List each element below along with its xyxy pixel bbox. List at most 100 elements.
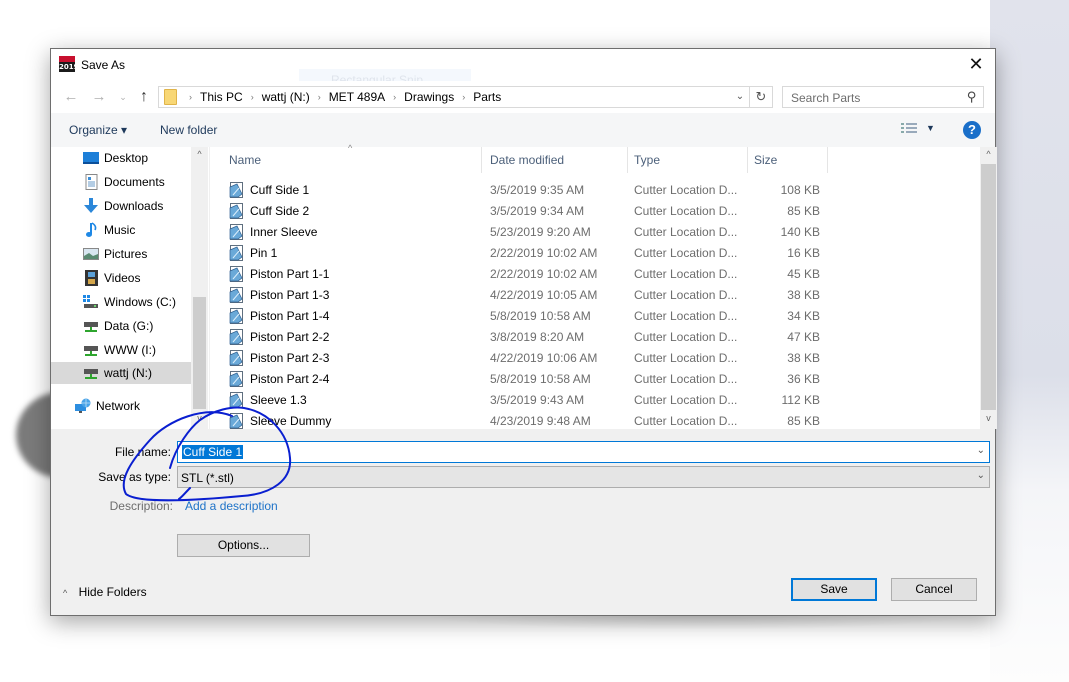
- chevron-right-icon[interactable]: ›: [318, 92, 321, 102]
- file-size: 140 KB: [780, 225, 820, 239]
- column-divider[interactable]: [627, 147, 628, 173]
- help-icon[interactable]: ?: [963, 121, 981, 139]
- breadcrumb-met-489a[interactable]: MET 489A: [329, 90, 385, 104]
- search-input[interactable]: Search Parts ⚲: [782, 86, 984, 108]
- recent-locations-button[interactable]: ⌄: [113, 86, 133, 108]
- file-row[interactable]: Piston Part 1-4 5/8/2019 10:58 AM Cutter L…: [211, 306, 981, 327]
- sidebar-item-pictures[interactable]: Pictures: [51, 243, 191, 265]
- file-row[interactable]: Piston Part 2-4 5/8/2019 10:58 AM Cutter L…: [211, 369, 981, 390]
- file-row[interactable]: Piston Part 1-1 2/22/2019 10:02 AM Cutter …: [211, 264, 981, 285]
- column-header-name[interactable]: Name: [229, 153, 261, 175]
- column-header-type[interactable]: Type: [634, 153, 660, 175]
- close-icon: ✕: [968, 54, 984, 74]
- column-divider[interactable]: [481, 147, 482, 173]
- file-row[interactable]: Piston Part 2-3 4/22/2019 10:06 AM Cutter …: [211, 348, 981, 369]
- file-type: Cutter Location D...: [634, 204, 738, 218]
- address-history-button[interactable]: ⌄: [731, 86, 749, 108]
- save-button[interactable]: Save: [791, 578, 877, 601]
- sort-ascending-icon: ^: [348, 143, 353, 153]
- pictures-icon: [83, 248, 99, 260]
- navigation-pane-scrollbar[interactable]: ^ v: [191, 147, 208, 429]
- column-divider[interactable]: [747, 147, 748, 173]
- file-row[interactable]: Cuff Side 1 3/5/2019 9:35 AM Cutter Locati…: [211, 180, 981, 201]
- close-button[interactable]: ✕: [965, 54, 987, 76]
- sidebar-item-label: Downloads: [104, 199, 164, 213]
- cutter-location-file-icon: [228, 182, 244, 198]
- arrow-left-icon: ←: [63, 88, 79, 105]
- save-as-type-select[interactable]: STL (*.stl) ⌄: [177, 466, 990, 488]
- scroll-down-icon[interactable]: v: [191, 413, 208, 423]
- file-list-scrollbar[interactable]: ^ v: [980, 147, 997, 429]
- column-divider[interactable]: [827, 147, 828, 173]
- chevron-down-icon: ⌄: [735, 91, 745, 102]
- refresh-icon: ↻: [755, 89, 767, 104]
- scroll-down-icon[interactable]: v: [980, 413, 997, 423]
- breadcrumb-parts[interactable]: Parts: [473, 90, 501, 104]
- forward-button[interactable]: →: [89, 86, 109, 108]
- save-as-type-value: STL (*.stl): [181, 471, 234, 485]
- cutter-location-file-icon: [228, 350, 244, 366]
- chevron-right-icon[interactable]: ›: [393, 92, 396, 102]
- file-name-input[interactable]: Cuff Side 1 ⌄: [177, 441, 990, 463]
- file-type: Cutter Location D...: [634, 372, 738, 386]
- file-row[interactable]: Cuff Side 2 3/5/2019 9:34 AM Cutter Locati…: [211, 201, 981, 222]
- file-date-modified: 4/23/2019 9:48 AM: [490, 414, 591, 428]
- options-button[interactable]: Options...: [177, 534, 310, 557]
- sidebar-item-label: Videos: [104, 271, 141, 285]
- add-description-link[interactable]: Add a description: [185, 499, 278, 513]
- file-name: Sleeve Dummy: [250, 414, 332, 428]
- file-row[interactable]: Sleeve Dummy 4/23/2019 9:48 AM Cutter Loca…: [211, 411, 981, 432]
- scroll-up-icon[interactable]: ^: [191, 149, 208, 159]
- sidebar-item-videos[interactable]: Videos: [51, 267, 191, 289]
- file-row[interactable]: Piston Part 1-3 4/22/2019 10:05 AM Cutter …: [211, 285, 981, 306]
- chevron-right-icon[interactable]: ›: [251, 92, 254, 102]
- details-view-icon[interactable]: [901, 123, 917, 135]
- sidebar-item-www-i[interactable]: WWW (I:): [51, 339, 191, 361]
- file-row[interactable]: Inner Sleeve 5/23/2019 9:20 AM Cutter Loca…: [211, 222, 981, 243]
- file-row[interactable]: Piston Part 2-2 3/8/2019 8:20 AM Cutter Lo…: [211, 327, 981, 348]
- chevron-down-icon[interactable]: ⌄: [977, 445, 985, 456]
- pane-divider[interactable]: [209, 147, 210, 429]
- organize-button[interactable]: Organize ▾: [69, 123, 127, 137]
- sidebar-item-network[interactable]: Network: [51, 395, 191, 417]
- chevron-right-icon[interactable]: ›: [462, 92, 465, 102]
- file-name-label: File name:: [114, 445, 171, 459]
- cutter-location-file-icon: [228, 224, 244, 240]
- sidebar-item-label: Documents: [104, 175, 165, 189]
- sidebar-item-desktop[interactable]: Desktop: [51, 147, 191, 169]
- file-name: Piston Part 1-3: [250, 288, 330, 302]
- file-date-modified: 3/5/2019 9:34 AM: [490, 204, 585, 218]
- breadcrumb-this-pc[interactable]: This PC: [200, 90, 243, 104]
- breadcrumb-wattj[interactable]: wattj (N:): [262, 90, 310, 104]
- address-bar[interactable]: › This PC › wattj (N:) › MET 489A › Draw…: [158, 86, 773, 108]
- column-header-size[interactable]: Size: [754, 153, 777, 175]
- scrollbar-thumb[interactable]: [193, 297, 206, 409]
- column-header-date-modified[interactable]: Date modified: [490, 153, 564, 175]
- cutter-location-file-icon: [228, 308, 244, 324]
- solidworks-app-icon: 2019: [59, 56, 78, 72]
- view-options-dropdown[interactable]: ▼: [926, 123, 935, 133]
- search-icon[interactable]: ⚲: [967, 89, 977, 105]
- browser-pane: Desktop Documents Downloads Music Pictur…: [51, 143, 997, 432]
- new-folder-button[interactable]: New folder: [160, 123, 217, 137]
- up-button[interactable]: ↑: [134, 86, 154, 108]
- cutter-location-file-icon: [228, 245, 244, 261]
- scrollbar-thumb[interactable]: [981, 164, 996, 410]
- file-row[interactable]: Sleeve 1.3 3/5/2019 9:43 AM Cutter Locatio…: [211, 390, 981, 411]
- file-date-modified: 2/22/2019 10:02 AM: [490, 246, 598, 260]
- sidebar-item-documents[interactable]: Documents: [51, 171, 191, 193]
- file-size: 16 KB: [787, 246, 820, 260]
- hide-folders-button[interactable]: ^ Hide Folders: [63, 585, 147, 599]
- sidebar-item-windows-c[interactable]: Windows (C:): [51, 291, 191, 313]
- cancel-button[interactable]: Cancel: [891, 578, 977, 601]
- breadcrumb-drawings[interactable]: Drawings: [404, 90, 454, 104]
- sidebar-item-downloads[interactable]: Downloads: [51, 195, 191, 217]
- back-button[interactable]: ←: [61, 86, 81, 108]
- refresh-button[interactable]: ↻: [749, 86, 773, 108]
- scroll-up-icon[interactable]: ^: [980, 149, 997, 159]
- sidebar-item-music[interactable]: Music: [51, 219, 191, 241]
- sidebar-item-data-g[interactable]: Data (G:): [51, 315, 191, 337]
- sidebar-item-wattj-n[interactable]: wattj (N:): [51, 362, 191, 384]
- windows-drive-icon: [83, 295, 98, 308]
- file-row[interactable]: Pin 1 2/22/2019 10:02 AM Cutter Location D…: [211, 243, 981, 264]
